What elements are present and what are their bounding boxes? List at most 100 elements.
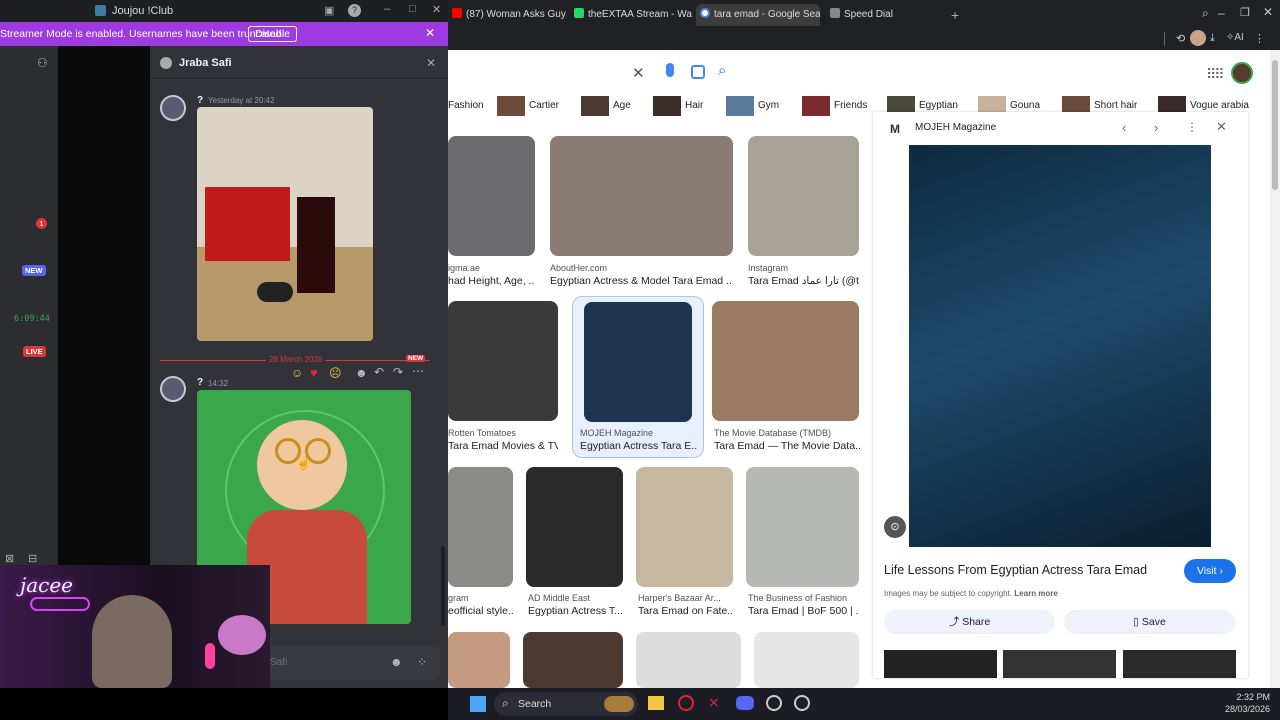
app-icon[interactable]: ⨯ (708, 694, 720, 711)
result-title[interactable]: Egyptian Actress T... (528, 605, 623, 617)
deafen-icon[interactable]: ⊟ (28, 552, 37, 565)
obs-icon[interactable] (794, 695, 810, 711)
message-author[interactable]: ? (197, 95, 203, 106)
tab-youtube[interactable]: (87) Woman Asks Guy Wh (448, 4, 566, 26)
extension-icon[interactable]: ⟲ (1176, 32, 1185, 45)
account-avatar[interactable] (1231, 62, 1253, 84)
result-title[interactable]: had Height, Age, ... (448, 275, 535, 287)
lens-icon[interactable] (691, 65, 705, 79)
sad-emoji-icon[interactable]: ☹ (329, 366, 342, 380)
search-icon[interactable]: ⌕ (718, 62, 726, 79)
selected-result[interactable]: MOJEH Magazine Egyptian Actress Tara E..… (572, 296, 704, 458)
close-dm-icon[interactable]: ✕ (426, 56, 436, 70)
tab-kick[interactable]: theEXTAA Stream - Watch (570, 4, 692, 26)
result-image-1[interactable] (448, 136, 535, 256)
message-author[interactable]: ? (197, 377, 203, 388)
profile-avatar[interactable] (1190, 30, 1206, 46)
discord-icon[interactable] (736, 696, 754, 710)
opera-icon[interactable] (678, 695, 694, 711)
related-image-2[interactable] (1003, 650, 1116, 678)
panel-title[interactable]: Life Lessons From Egyptian Actress Tara … (884, 563, 1174, 577)
avatar[interactable] (160, 95, 186, 121)
save-button[interactable]: ▯ Save (1064, 610, 1235, 634)
result-title[interactable]: eofficial style... (448, 605, 513, 617)
help-icon[interactable]: ? (348, 4, 361, 17)
chip-gym[interactable]: Gym (726, 96, 779, 116)
result-title[interactable]: Tara Emad تارا عماد (@t... (748, 275, 859, 287)
page-scrollbar[interactable] (1270, 50, 1280, 688)
chip-friends[interactable]: Friends (802, 96, 867, 116)
message-image-console[interactable] (197, 107, 373, 341)
close-panel-icon[interactable]: ✕ (1216, 119, 1227, 135)
inbox-icon[interactable]: ▣ (324, 4, 334, 17)
clear-search-icon[interactable]: ✕ (632, 64, 645, 82)
close-banner-icon[interactable]: ✕ (425, 26, 435, 40)
maximize-icon[interactable]: □ (409, 3, 416, 15)
download-icon[interactable]: ⤓ (1210, 32, 1215, 45)
result-image-14[interactable] (754, 632, 859, 688)
panel-source[interactable]: MOJEH Magazine (915, 122, 996, 133)
ai-icon[interactable]: ✧AI (1226, 32, 1244, 43)
start-icon[interactable] (470, 696, 486, 712)
forward-icon[interactable]: ↷ (393, 365, 403, 379)
result-title[interactable]: Tara Emad — The Movie Data... (714, 440, 861, 452)
visit-button[interactable]: Visit › (1184, 559, 1236, 583)
disable-button[interactable]: Disable (248, 26, 298, 42)
apps-grid-icon[interactable]: ⠿⠿ (1206, 66, 1224, 83)
reply-icon[interactable]: ↶ (374, 365, 384, 379)
mute-icon[interactable]: ⊠ (5, 552, 14, 565)
result-image-3[interactable] (748, 136, 859, 256)
result-image-9[interactable] (636, 467, 733, 587)
chip-fashion[interactable]: Fashion (448, 96, 484, 116)
close-icon[interactable]: ✕ (1263, 5, 1273, 19)
menu-icon[interactable]: ⋮ (1254, 32, 1265, 45)
result-image-13[interactable] (636, 632, 741, 688)
mic-icon[interactable] (666, 63, 674, 77)
result-image-2[interactable] (550, 136, 733, 256)
result-title[interactable]: Egyptian Actress & Model Tara Emad ... (550, 275, 733, 287)
chip-cartier[interactable]: Cartier (497, 96, 559, 116)
new-tab-icon[interactable]: + (951, 7, 959, 23)
result-image-11[interactable] (448, 632, 510, 688)
avatar[interactable] (160, 376, 186, 402)
minimize-icon[interactable]: – (384, 3, 390, 15)
result-image-12[interactable] (523, 632, 623, 688)
chip-hair[interactable]: Hair (653, 96, 703, 116)
result-image-8[interactable] (526, 467, 623, 587)
result-title[interactable]: Tara Emad | BoF 500 | ... (748, 605, 859, 617)
related-image-1[interactable] (884, 650, 997, 678)
more-icon[interactable]: ⋯ (412, 364, 424, 378)
search-tabs-icon[interactable]: ⌕ (1202, 6, 1209, 21)
learn-more-link[interactable]: Learn more (1014, 589, 1058, 598)
related-image-3[interactable] (1123, 650, 1236, 678)
chip-age[interactable]: Age (581, 96, 631, 116)
tab-speed-dial[interactable]: Speed Dial (826, 4, 926, 26)
minimize-icon[interactable]: – (1218, 6, 1225, 20)
share-button[interactable]: ⤴ Share (884, 610, 1055, 634)
add-reaction-icon[interactable]: ☻ (355, 366, 368, 380)
heart-emoji-icon[interactable]: ♥ (310, 365, 318, 380)
preview-image[interactable] (909, 145, 1211, 547)
add-friend-icon[interactable]: ⚇ (37, 56, 48, 70)
search-input[interactable]: ✕ ⌕ (448, 58, 748, 88)
result-image-7[interactable] (448, 467, 513, 587)
file-explorer-icon[interactable] (648, 696, 664, 710)
tab-google[interactable]: tara emad - Google Searc (696, 4, 820, 26)
apps-icon[interactable]: ⁘ (417, 655, 427, 669)
clock-time[interactable]: 2:32 PM (1218, 692, 1270, 702)
result-image-4[interactable] (448, 301, 558, 421)
clock-date[interactable]: 28/03/2026 (1204, 704, 1270, 714)
chat-scrollbar[interactable] (441, 546, 445, 626)
prev-icon[interactable]: ‹ (1122, 120, 1126, 135)
emoji-icon[interactable]: ☻ (390, 655, 403, 669)
result-title[interactable]: Tara Emad on Fate... (638, 605, 733, 617)
laugh-emoji-icon[interactable]: ☺ (291, 366, 303, 380)
lens-search-icon[interactable]: ⊙ (884, 516, 906, 538)
maximize-icon[interactable]: ❐ (1240, 6, 1250, 19)
close-icon[interactable]: ✕ (432, 3, 441, 16)
next-icon[interactable]: › (1154, 120, 1158, 135)
more-options-icon[interactable]: ⋮ (1186, 120, 1198, 134)
result-title[interactable]: Tara Emad Movies & TV ... (448, 440, 558, 452)
steam-icon[interactable] (766, 695, 782, 711)
taskbar-search[interactable]: ⌕ Search (494, 692, 638, 716)
